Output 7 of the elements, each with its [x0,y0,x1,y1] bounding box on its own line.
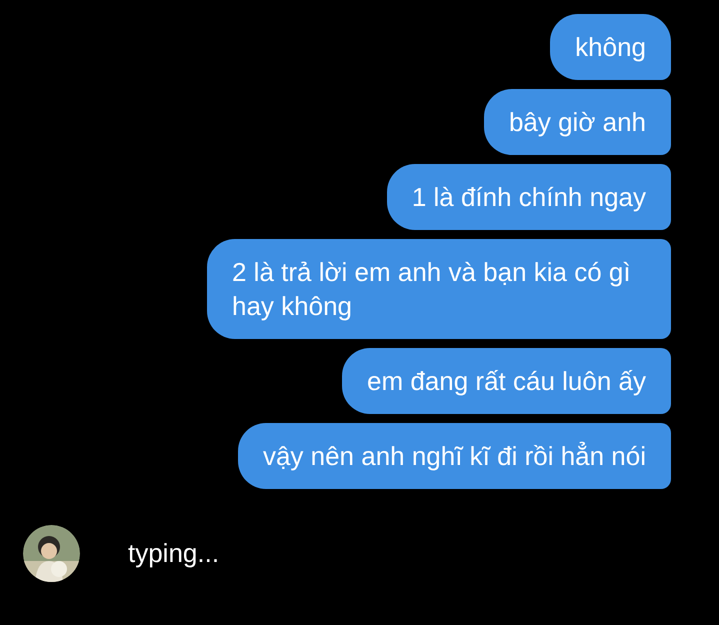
typing-indicator: typing... [128,537,220,570]
message-bubble: 2 là trả lời em anh và bạn kia có gì hay không [207,239,671,339]
message-bubble: bây giờ anh [484,89,671,155]
message-bubble: 1 là đính chính ngay [386,164,671,230]
message-bubble: không [550,14,671,80]
message-bubble: vậy nên anh nghĩ kĩ đi rồi hẳn nói [238,423,671,489]
message-bubble: em đang rất cáu luôn ấy [342,348,671,414]
